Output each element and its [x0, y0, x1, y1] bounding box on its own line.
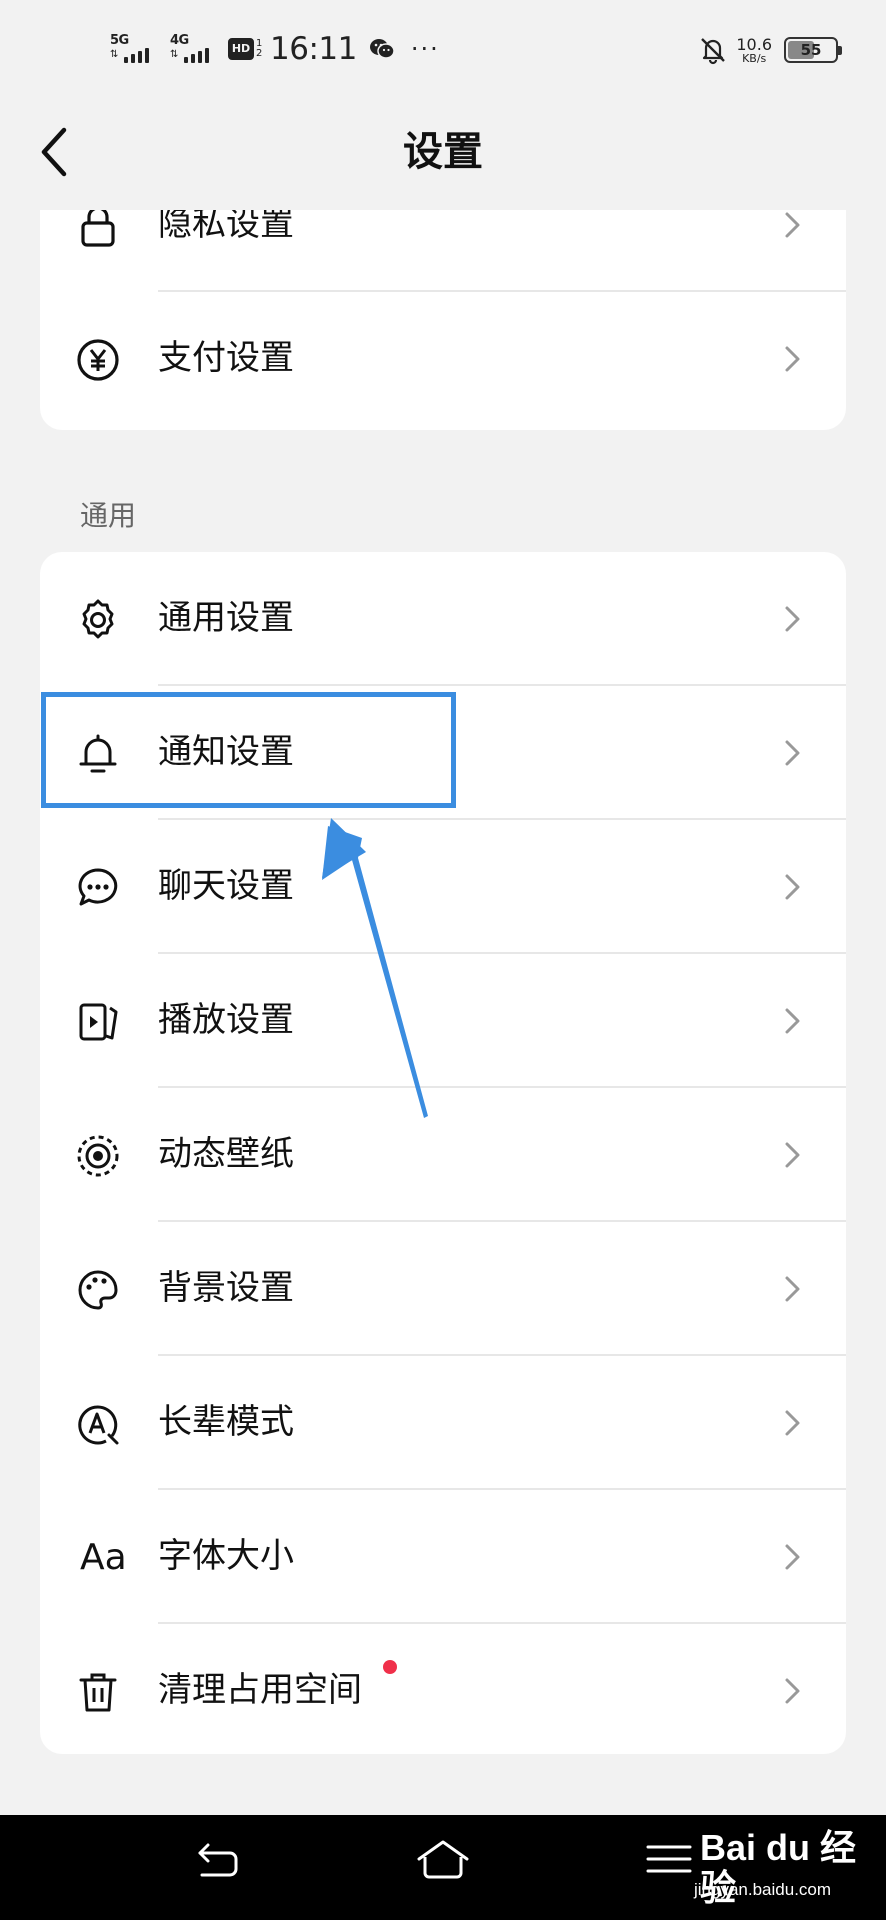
network-speed: 10.6 KB/s [736, 34, 772, 65]
nav-back-icon[interactable] [196, 1839, 242, 1879]
wechat-icon [369, 39, 395, 59]
settings-row-label: 隐私设置 [158, 210, 294, 244]
watermark-url: jingyan.baidu.com [694, 1880, 832, 1899]
new-badge-dot [383, 1660, 397, 1674]
chevron-right-icon [785, 1544, 800, 1570]
section-label-general: 通用 [80, 499, 137, 532]
status-time: 16:11 [270, 31, 357, 67]
settings-row-label: 动态壁纸 [158, 1134, 294, 1174]
gear-icon [82, 599, 114, 639]
nav-menu-icon[interactable] [644, 1841, 694, 1877]
notifications-off-icon [701, 38, 726, 65]
settings-row-label: 支付设置 [158, 338, 294, 378]
settings-row-font-size[interactable]: Aa 字体大小 [40, 1490, 846, 1624]
chevron-right-icon [785, 1678, 800, 1704]
settings-row-chat[interactable]: 聊天设置 [40, 820, 846, 954]
hd-voice-icon: HD [228, 38, 254, 60]
settings-row-label: 播放设置 [158, 1000, 294, 1040]
nav-home-icon[interactable] [414, 1837, 472, 1881]
settings-row-payment[interactable]: 支付设置 [40, 292, 846, 426]
chevron-right-icon [785, 1008, 800, 1034]
palette-icon [78, 1270, 118, 1310]
battery-icon: 55 [784, 37, 842, 63]
settings-row-label: 清理占用空间 [158, 1670, 362, 1710]
status-bar: 5G ⇅ 4G ⇅ HD 1 2 16:11 ··· 10.6 KB/s 55 [0, 0, 886, 100]
header: 设置 [0, 100, 886, 210]
chevron-right-icon [785, 606, 800, 632]
chat-bubble-icon [78, 868, 118, 906]
baidu-jingyan-watermark: Bai du 经验 jingyan.baidu.com [694, 1828, 860, 1908]
more-notifications-icon: ··· [410, 35, 440, 63]
play-icon [79, 1003, 118, 1041]
settings-row-privacy[interactable]: 隐私设置 [40, 210, 846, 292]
settings-row-background[interactable]: 背景设置 [40, 1222, 846, 1356]
signal-4g-icon: 4G ⇅ [168, 29, 218, 69]
hd-sim-index: 1 2 [256, 38, 263, 59]
yen-icon [77, 339, 119, 381]
settings-row-general[interactable]: 通用设置 [40, 552, 846, 686]
chevron-right-icon [785, 874, 800, 900]
chevron-right-icon [785, 1276, 800, 1302]
chevron-right-icon [785, 740, 800, 766]
settings-row-label: 通用设置 [158, 598, 294, 638]
chevron-right-icon [785, 346, 800, 372]
settings-row-label: 长辈模式 [158, 1402, 294, 1442]
lock-icon [81, 210, 115, 247]
font-size-icon: Aa [80, 1537, 127, 1578]
settings-group-account: 隐私设置 支付设置 [40, 210, 846, 430]
chevron-right-icon [785, 1410, 800, 1436]
chevron-right-icon [785, 212, 800, 238]
page-title: 设置 [403, 129, 483, 175]
live-wallpaper-icon [77, 1135, 119, 1177]
trash-icon [79, 1673, 117, 1712]
settings-row-playback[interactable]: 播放设置 [40, 954, 846, 1088]
elder-mode-icon [78, 1405, 119, 1445]
settings-row-label: 字体大小 [158, 1536, 294, 1576]
chevron-right-icon [785, 1142, 800, 1168]
highlight-box [41, 692, 456, 808]
settings-row-label: 背景设置 [158, 1268, 294, 1308]
signal-5g-icon: 5G ⇅ [108, 29, 158, 69]
settings-row-live-wallpaper[interactable]: 动态壁纸 [40, 1088, 846, 1222]
settings-row-elder-mode[interactable]: 长辈模式 [40, 1356, 846, 1490]
settings-row-clear-storage[interactable]: 清理占用空间 [40, 1624, 846, 1754]
settings-row-label: 聊天设置 [158, 866, 294, 906]
